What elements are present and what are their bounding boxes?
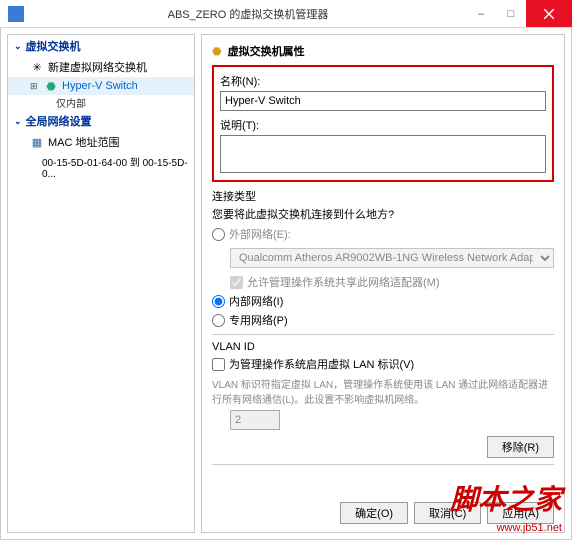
left-panel: ⌄ 虚拟交换机 ✳ 新建虚拟网络交换机 ⊞ ⬣ Hyper-V Switch 仅…	[7, 34, 195, 533]
radio-internal-input[interactable]	[212, 295, 225, 308]
vlan-help: VLAN 标识符指定虚拟 LAN，管理操作系统使用该 LAN 通过此网络适配器进…	[212, 376, 554, 406]
titlebar: ABS_ZERO 的虚拟交换机管理器 – □	[0, 0, 572, 28]
client-area: ⌄ 虚拟交换机 ✳ 新建虚拟网络交换机 ⊞ ⬣ Hyper-V Switch 仅…	[0, 28, 572, 540]
tree-hyperv-switch[interactable]: ⊞ ⬣ Hyper-V Switch	[8, 77, 194, 95]
properties-header: ⬣ 虚拟交换机属性	[212, 43, 554, 59]
tree-mac-range[interactable]: ▦ MAC 地址范围	[8, 132, 194, 152]
radio-private-input[interactable]	[212, 314, 225, 327]
vlan-header: VLAN ID	[212, 341, 554, 353]
vlan-checkbox[interactable]	[212, 358, 225, 371]
radio-internal[interactable]: 内部网络(I)	[212, 293, 554, 309]
radio-external[interactable]: 外部网络(E):	[212, 226, 554, 242]
collapse-icon: ⌄	[14, 41, 22, 52]
window-title: ABS_ZERO 的虚拟交换机管理器	[30, 6, 466, 22]
dialog-buttons: 确定(O) 取消(C) 应用(A)	[340, 502, 554, 524]
radio-external-input[interactable]	[212, 228, 225, 241]
vlan-group: VLAN ID 为管理操作系统启用虚拟 LAN 标识(V) VLAN 标识符指定…	[212, 341, 554, 430]
desc-input[interactable]	[220, 135, 546, 173]
window-buttons: – □	[466, 0, 572, 27]
close-button[interactable]	[526, 0, 572, 27]
new-switch-icon: ✳	[30, 60, 44, 74]
conn-question: 您要将此虚拟交换机连接到什么地方?	[212, 206, 554, 222]
name-label: 名称(N):	[220, 73, 546, 89]
separator	[212, 464, 554, 465]
desc-label: 说明(T):	[220, 117, 546, 133]
right-panel: ⬣ 虚拟交换机属性 名称(N): 说明(T): 连接类型 您要将此虚拟交换机连接…	[201, 34, 565, 533]
cancel-button[interactable]: 取消(C)	[414, 502, 481, 524]
remove-button[interactable]: 移除(R)	[487, 436, 554, 458]
tree-new-switch[interactable]: ✳ 新建虚拟网络交换机	[8, 57, 194, 77]
share-adapter-checkbox	[230, 276, 243, 289]
maximize-button[interactable]: □	[496, 0, 526, 27]
ok-button[interactable]: 确定(O)	[340, 502, 408, 524]
tree-switch-type: 仅内部	[8, 95, 194, 110]
section-global[interactable]: ⌄ 全局网络设置	[8, 110, 194, 132]
highlighted-section: 名称(N): 说明(T):	[212, 65, 554, 182]
remove-row: 移除(R)	[212, 436, 554, 458]
collapse-icon: ⌄	[14, 116, 22, 127]
section-virtual-switches[interactable]: ⌄ 虚拟交换机	[8, 35, 194, 57]
star-icon: ⬣	[212, 45, 222, 58]
vlan-id-input	[230, 410, 280, 430]
network-icon: ▦	[30, 135, 44, 149]
vlan-checkbox-row[interactable]: 为管理操作系统启用虚拟 LAN 标识(V)	[212, 356, 554, 372]
radio-private[interactable]: 专用网络(P)	[212, 312, 554, 328]
separator	[212, 334, 554, 335]
name-input[interactable]	[220, 91, 546, 111]
external-adapter-combo: Qualcomm Atheros AR9002WB-1NG Wireless N…	[230, 248, 554, 268]
conn-type-label: 连接类型	[212, 188, 554, 204]
app-icon	[8, 6, 24, 22]
expand-icon[interactable]: ⊞	[30, 81, 40, 92]
share-adapter-checkbox-row: 允许管理操作系统共享此网络适配器(M)	[230, 274, 554, 290]
connection-type-group: 连接类型 您要将此虚拟交换机连接到什么地方? 外部网络(E): Qualcomm…	[212, 188, 554, 328]
minimize-button[interactable]: –	[466, 0, 496, 27]
apply-button[interactable]: 应用(A)	[487, 502, 554, 524]
switch-icon: ⬣	[44, 79, 58, 93]
tree-mac-value: 00-15-5D-01-64-00 到 00-15-5D-0...	[8, 152, 194, 182]
